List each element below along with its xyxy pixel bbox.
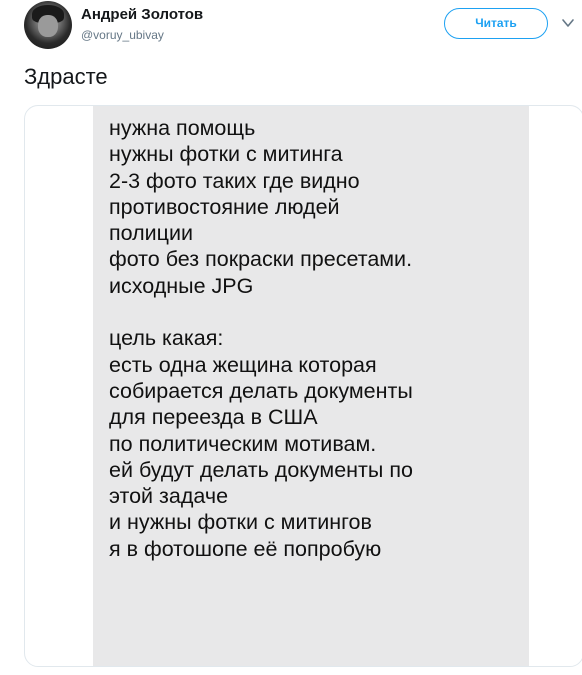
screenshot-message-text: нужна помощь нужны фотки с митинга 2-3 ф… (109, 115, 413, 562)
message-line: цель какая: (109, 326, 224, 351)
message-line: нужны фотки с митинга (109, 142, 343, 167)
message-line: собирается делать документы (109, 378, 413, 403)
message-line: полиции (109, 221, 194, 246)
message-line: есть одна жещина которая (109, 352, 377, 377)
message-line: этой задаче (109, 484, 229, 509)
message-line: ей будут делать документы по (109, 457, 413, 482)
author-display-name[interactable]: Андрей Золотов (81, 6, 203, 23)
tweet-text: Здрасте (24, 64, 108, 89)
message-line: противостояние людей (109, 194, 340, 219)
message-line: фото без покраски пресетами. (109, 247, 413, 272)
message-line: нужна помощь (109, 116, 256, 140)
message-line: по политическим мотивам. (109, 431, 377, 456)
message-line: для переезда в США (109, 405, 318, 430)
avatar-face (38, 15, 58, 37)
follow-button[interactable]: Читать (444, 8, 548, 39)
message-line: я в фотошопе её попробую (109, 536, 382, 561)
tweet-media-image[interactable]: нужна помощь нужны фотки с митинга 2-3 ф… (24, 105, 582, 667)
message-line: и нужны фотки с митингов (109, 510, 372, 535)
message-line: 2-3 фото таких где видно (109, 168, 360, 193)
author-handle[interactable]: @voruy_ubivay (81, 28, 164, 42)
avatar[interactable] (24, 1, 72, 49)
chevron-down-icon[interactable] (561, 16, 575, 30)
message-line: исходные JPG (109, 273, 254, 298)
